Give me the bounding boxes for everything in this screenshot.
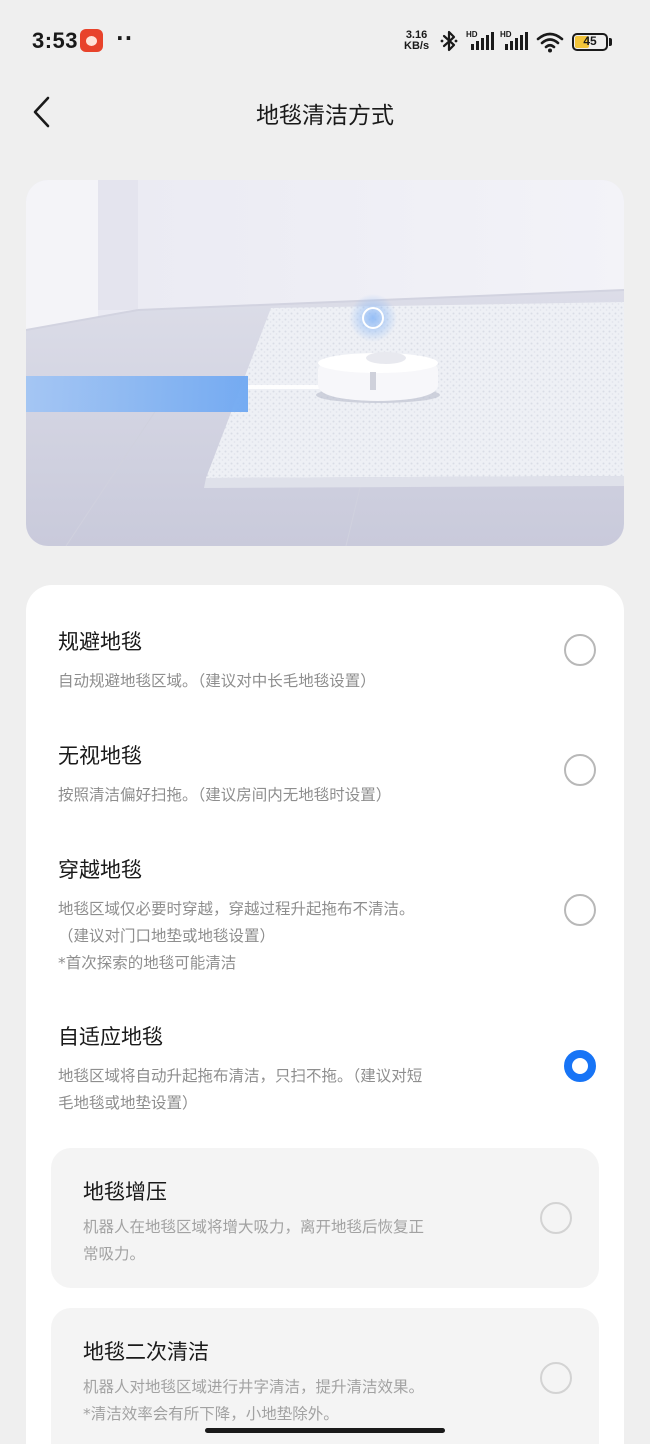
radio-carpet-boost[interactable] xyxy=(540,1202,572,1234)
option-description-line: （建议对门口地垫或地毯设置） xyxy=(58,927,276,945)
sub-option-title: 地毯二次清洁 xyxy=(83,1340,209,1364)
option-title: 穿越地毯 xyxy=(58,858,142,882)
wifi-icon xyxy=(536,32,564,53)
sub-option-description-line: 机器人对地毯区域进行井字清洁，提升清洁效果。 xyxy=(83,1378,425,1396)
radio-ignore-carpet[interactable] xyxy=(564,754,596,786)
sub-option-description: 机器人在地毯区域将增大吸力，离开地毯后恢复正 常吸力。 xyxy=(83,1214,523,1268)
network-speed-unit: KB/s xyxy=(404,40,430,52)
status-time: 3:53 xyxy=(32,28,79,53)
option-description: 地毯区域将自动升起拖布清洁，只扫不拖。（建议对短 毛地毯或地垫设置） xyxy=(58,1063,528,1117)
home-indicator[interactable] xyxy=(205,1428,445,1433)
option-description: 自动规避地毯区域。（建议对中长毛地毯设置） xyxy=(58,668,528,695)
option-description: 按照清洁偏好扫拖。（建议房间内无地毯时设置） xyxy=(58,782,528,809)
option-description-line: 地毯区域仅必要时穿越，穿越过程升起拖布不清洁。 xyxy=(58,900,415,918)
header: 地毯清洁方式 xyxy=(0,84,650,140)
option-description-line: 地毯区域将自动升起拖布清洁，只扫不拖。（建议对短 xyxy=(58,1067,423,1085)
bluetooth-icon xyxy=(440,30,458,52)
sub-option-title: 地毯增压 xyxy=(83,1180,167,1204)
option-description-line: 毛地毯或地垫设置） xyxy=(58,1094,198,1112)
battery-level: 45 xyxy=(583,34,597,48)
battery-nub xyxy=(609,38,612,46)
option-cross-carpet[interactable]: 穿越地毯 地毯区域仅必要时穿越，穿越过程升起拖布不清洁。 （建议对门口地垫或地毯… xyxy=(26,854,624,974)
sub-option-description-line: 常吸力。 xyxy=(83,1245,146,1263)
option-title: 自适应地毯 xyxy=(58,1025,163,1049)
carpet-illustration xyxy=(26,180,624,546)
cellular-signal-1-icon: HD xyxy=(466,30,494,52)
option-title: 规避地毯 xyxy=(58,630,142,654)
radio-carpet-deep-clean[interactable] xyxy=(540,1362,572,1394)
sub-option-description: 机器人对地毯区域进行井字清洁，提升清洁效果。 *清洁效率会有所下降，小地垫除外。 xyxy=(83,1374,523,1428)
radio-avoid-carpet[interactable] xyxy=(564,634,596,666)
option-adaptive-carpet[interactable]: 自适应地毯 地毯区域将自动升起拖布清洁，只扫不拖。（建议对短 毛地毯或地垫设置） xyxy=(26,1021,624,1121)
carpet-mode-options: 规避地毯 自动规避地毯区域。（建议对中长毛地毯设置） 无视地毯 按照清洁偏好扫拖… xyxy=(26,585,624,1444)
option-title: 无视地毯 xyxy=(58,744,142,768)
sub-option-carpet-boost[interactable]: 地毯增压 机器人在地毯区域将增大吸力，离开地毯后恢复正 常吸力。 xyxy=(51,1148,599,1288)
option-ignore-carpet[interactable]: 无视地毯 按照清洁偏好扫拖。（建议房间内无地毯时设置） xyxy=(26,740,624,820)
sub-option-description-line: *清洁效率会有所下降，小地垫除外。 xyxy=(83,1405,339,1423)
cellular-signal-2-icon: HD xyxy=(500,30,528,52)
option-description-line: 自动规避地毯区域。（建议对中长毛地毯设置） xyxy=(58,672,376,690)
status-bar: 3:53 ·· 3.16 KB/s HD HD 45 xyxy=(0,0,650,84)
sub-option-carpet-deep-clean[interactable]: 地毯二次清洁 机器人对地毯区域进行井字清洁，提升清洁效果。 *清洁效率会有所下降… xyxy=(51,1308,599,1444)
option-description: 地毯区域仅必要时穿越，穿越过程升起拖布不清洁。 （建议对门口地垫或地毯设置） *… xyxy=(58,896,528,977)
robot-vacuum-illustration xyxy=(26,180,624,546)
battery-icon: 45 xyxy=(572,33,608,51)
radio-cross-carpet[interactable] xyxy=(564,894,596,926)
option-description-line: 按照清洁偏好扫拖。（建议房间内无地毯时设置） xyxy=(58,786,392,804)
app-notification-icon xyxy=(80,29,103,52)
radio-adaptive-carpet-selected[interactable] xyxy=(564,1050,596,1082)
page-title: 地毯清洁方式 xyxy=(256,103,394,129)
network-speed: 3.16 KB/s xyxy=(404,30,429,52)
option-avoid-carpet[interactable]: 规避地毯 自动规避地毯区域。（建议对中长毛地毯设置） xyxy=(26,626,624,706)
sub-option-description-line: 机器人在地毯区域将增大吸力，离开地毯后恢复正 xyxy=(83,1218,425,1236)
more-notifications-icon: ·· xyxy=(116,26,134,50)
option-description-line: *首次探索的地毯可能清洁 xyxy=(58,954,237,972)
